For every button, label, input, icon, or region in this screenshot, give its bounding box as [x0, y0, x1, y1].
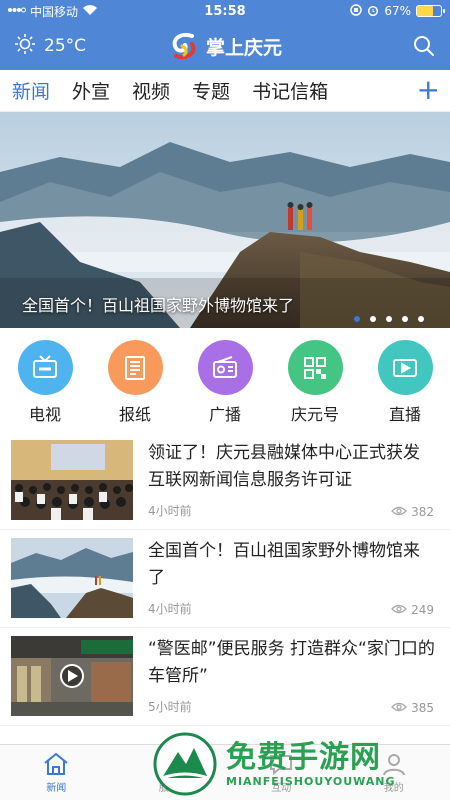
view-count: 385 [391, 701, 434, 715]
eye-icon [391, 603, 408, 617]
battery-percent: 67% [384, 4, 411, 18]
qrcode-icon [287, 340, 343, 395]
tab-news[interactable]: 新闻 [12, 77, 50, 104]
news-list: 领证了！庆元县融媒体中心正式获发互联网新闻信息服务许可证 4小时前 382 全国… [0, 432, 450, 726]
nav-profile[interactable]: 我的 [338, 745, 450, 800]
tab-topics[interactable]: 专题 [192, 77, 230, 104]
news-thumbnail [11, 538, 133, 618]
chat-icon [270, 755, 293, 776]
news-time: 5小时前 [148, 700, 192, 714]
channel-tabs: 新闻 外宣 视频 专题 书记信箱 + [0, 70, 450, 112]
news-time: 4小时前 [148, 504, 192, 518]
channel-label: 庆元号 [290, 405, 339, 424]
tab-secretary-mailbox[interactable]: 书记信箱 [252, 77, 328, 104]
list-item[interactable]: 领证了！庆元县融媒体中心正式获发互联网新闻信息服务许可证 4小时前 382 [0, 432, 450, 530]
channel-label: 电视 [28, 405, 61, 424]
tv-icon [17, 340, 73, 395]
eye-icon [391, 701, 408, 715]
temperature: 25°C [44, 36, 87, 56]
rotation-lock-icon [350, 3, 363, 19]
channel-label: 广播 [208, 405, 241, 424]
services-icon [157, 754, 180, 775]
tab-external-publicity[interactable]: 外宣 [72, 77, 110, 104]
nav-interaction[interactable]: 互动 [225, 745, 338, 800]
nav-news[interactable]: 新闻 [0, 745, 113, 800]
channel-newspaper[interactable]: 报纸 [95, 340, 175, 426]
channel-tv[interactable]: 电视 [5, 340, 85, 426]
signal-icon [8, 4, 26, 18]
nav-label: 互动 [271, 783, 292, 794]
user-icon [382, 754, 405, 776]
eye-icon [391, 505, 408, 519]
view-count: 382 [391, 505, 434, 519]
status-bar: 中国移动 15:58 67% [0, 0, 450, 22]
carrier-name: 中国移动 [30, 4, 79, 19]
channel-live[interactable]: 直播 [365, 340, 445, 426]
radio-icon [197, 340, 253, 395]
app-header: 25°C 掌上庆元 [0, 22, 450, 70]
banner-carousel[interactable]: 全国首个！百山祖国家野外博物馆来了 [0, 112, 450, 328]
sun-icon [14, 33, 36, 60]
news-thumbnail [11, 440, 133, 520]
alarm-icon [367, 4, 379, 19]
channel-label: 报纸 [118, 405, 151, 424]
channel-label: 直播 [388, 405, 421, 424]
carousel-dot[interactable] [386, 316, 392, 322]
carousel-dot[interactable] [418, 316, 424, 322]
view-count-value: 385 [411, 701, 434, 715]
view-count-value: 382 [411, 505, 434, 519]
view-count: 249 [391, 603, 434, 617]
carousel-indicator [354, 316, 424, 322]
news-time: 4小时前 [148, 602, 192, 616]
live-video-icon [377, 340, 433, 395]
list-item[interactable]: 全国首个！百山祖国家野外博物馆来了 4小时前 249 [0, 530, 450, 628]
news-title: 全国首个！百山祖国家野外博物馆来了 [148, 541, 420, 588]
nav-label: 新闻 [46, 783, 67, 794]
news-thumbnail [11, 636, 133, 716]
battery-icon [416, 5, 445, 17]
tab-video[interactable]: 视频 [132, 77, 170, 104]
carousel-dot[interactable] [354, 316, 360, 322]
weather-widget: 25°C [14, 33, 86, 60]
home-icon [44, 752, 68, 775]
bottom-navigation: 新闻 服务 互动 我的 [0, 744, 450, 800]
news-title: 领证了！庆元县融媒体中心正式获发互联网新闻信息服务许可证 [148, 443, 420, 490]
view-count-value: 249 [411, 603, 434, 617]
app-title: 掌上庆元 [205, 36, 282, 59]
add-tab-icon[interactable]: + [417, 75, 440, 105]
app-logo-icon [172, 33, 196, 59]
channel-radio[interactable]: 广播 [185, 340, 265, 426]
channel-qingyuan-account[interactable]: 庆元号 [275, 340, 355, 426]
banner-caption: 全国首个！百山祖国家野外博物馆来了 [22, 296, 295, 315]
nav-label: 服务 [158, 783, 179, 794]
nav-label: 我的 [383, 783, 404, 794]
wifi-icon [82, 4, 98, 19]
nav-services[interactable]: 服务 [113, 745, 226, 800]
list-item[interactable]: “警医邮”便民服务 打造群众“家门口的车管所” 5小时前 385 [0, 628, 450, 726]
carousel-dot[interactable] [370, 316, 376, 322]
search-icon[interactable] [412, 34, 436, 58]
channel-shortcuts: 电视 报纸 广播 庆元号 直播 [0, 340, 450, 426]
news-title: “警医邮”便民服务 打造群众“家门口的车管所” [148, 639, 435, 686]
carousel-dot[interactable] [402, 316, 408, 322]
newspaper-icon [107, 340, 163, 395]
